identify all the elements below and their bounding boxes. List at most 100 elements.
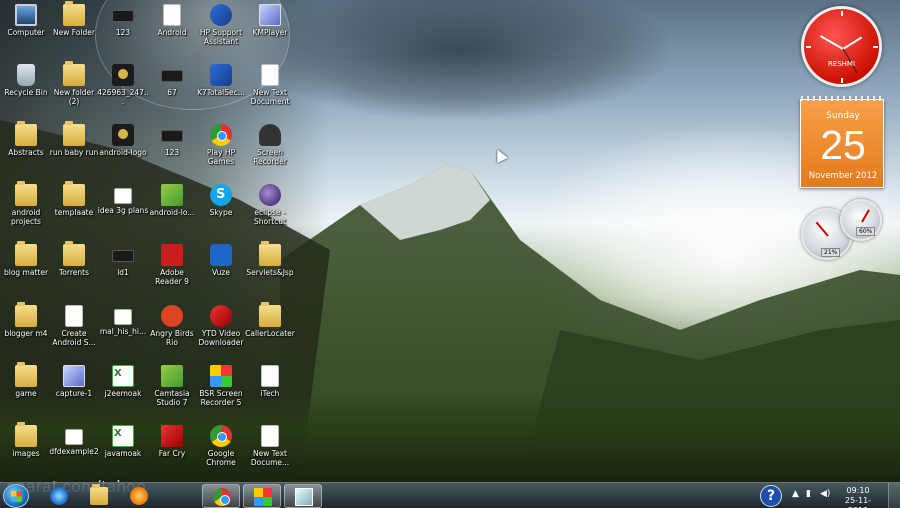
desktop-icon[interactable]: YTD Video Downloader — [195, 305, 247, 347]
excel-icon — [112, 365, 134, 387]
android-logo-icon — [112, 124, 134, 146]
folder-icon — [63, 61, 85, 86]
taskbar-chrome[interactable] — [202, 484, 240, 508]
desktop-icon[interactable]: BSR Screen Recorder 5 — [195, 365, 247, 407]
show-desktop-button[interactable] — [888, 483, 900, 508]
tray-clock[interactable]: 09:10 25-11-2012 — [838, 486, 878, 508]
bsr-icon — [210, 365, 232, 387]
clock-minute-hand — [819, 35, 844, 50]
desktop-icon[interactable]: templaate — [48, 181, 100, 217]
desktop-icon[interactable]: Camtasia Studio 7 — [146, 365, 198, 407]
desktop-icon[interactable]: New Text Docume... — [244, 425, 296, 467]
desktop-icon[interactable]: Adobe Reader 9 — [146, 244, 198, 286]
desktop-icon-label: Angry Birds Rio — [150, 329, 194, 347]
folder-icon — [15, 302, 37, 327]
computer-icon — [15, 4, 37, 26]
desktop-icon[interactable]: run baby run — [48, 121, 100, 157]
folder-icon — [63, 1, 85, 26]
desktop-icon[interactable]: mal_his_hi... — [97, 305, 149, 336]
desktop-icon[interactable]: capture-1 — [48, 365, 100, 398]
desktop-icon[interactable]: images — [0, 422, 52, 458]
desktop-icon[interactable]: android-logo — [97, 124, 149, 157]
desktop-icon[interactable]: Angry Birds Rio — [146, 305, 198, 347]
volume-icon[interactable]: ◀) — [820, 489, 830, 499]
desktop-icon[interactable]: Play HP Games — [195, 124, 247, 166]
calendar-rings — [801, 96, 885, 101]
desktop-icon[interactable]: Torrents — [48, 241, 100, 277]
help-icon[interactable]: ? — [760, 485, 782, 507]
desktop-icon[interactable]: New Folder — [48, 1, 100, 37]
desktop-icon-label: javamoak — [104, 449, 142, 458]
desktop-icon[interactable]: 123 — [146, 124, 198, 157]
desktop-icon[interactable]: iTech — [244, 365, 296, 398]
desktop-icon[interactable]: Skype — [195, 184, 247, 217]
desktop-icon-label: Computer — [7, 28, 45, 37]
desktop-icon[interactable]: dfdexample2 — [48, 425, 100, 456]
taskbar-windows-explorer[interactable] — [80, 484, 118, 508]
show-hidden-icons-icon[interactable]: ▲ — [792, 489, 799, 499]
desktop-icon[interactable]: javamoak — [97, 425, 149, 458]
video-file-icon — [161, 70, 183, 82]
desktop-icon[interactable]: CallerLocater — [244, 302, 296, 338]
desktop-icon[interactable]: K7TotalSec... — [195, 64, 247, 97]
cpu-value: 21% — [821, 248, 841, 257]
calendar-gadget[interactable]: Sunday 25 November 2012 — [800, 96, 885, 188]
vuze-icon — [210, 244, 232, 266]
kmplayer-icon — [259, 4, 281, 26]
taskbar-internet-explorer[interactable] — [40, 484, 78, 508]
angry-birds-icon — [161, 305, 183, 327]
desktop-icon[interactable]: ld1 — [97, 244, 149, 277]
desktop-icon-label: Adobe Reader 9 — [155, 268, 189, 286]
desktop-icon[interactable]: Abstracts — [0, 121, 52, 157]
desktop-icon[interactable]: idea 3g plans — [97, 184, 149, 215]
text-document-icon — [261, 425, 279, 447]
calendar-date: 25 — [820, 122, 866, 168]
desktop-icon[interactable]: blog matter — [0, 241, 52, 277]
folder-icon — [63, 181, 85, 206]
desktop-icon[interactable]: Far Cry — [146, 425, 198, 458]
desktop-icon-label: 123 — [115, 28, 131, 37]
desktop-icon[interactable]: blogger m4 — [0, 302, 52, 338]
desktop-icon-label: YTD Video Downloader — [198, 329, 244, 347]
desktop-icon[interactable]: Android — [146, 4, 198, 37]
desktop-icon[interactable]: game — [0, 362, 52, 398]
start-button[interactable] — [3, 484, 29, 508]
taskbar-media-player[interactable] — [120, 484, 158, 508]
desktop-icon-label: Abstracts — [8, 148, 44, 157]
video-file-icon — [112, 250, 134, 262]
taskbar-window[interactable] — [284, 484, 322, 508]
desktop-icon[interactable]: j2eemoak — [97, 365, 149, 398]
desktop-icon[interactable]: 123 — [97, 4, 149, 37]
image-icon — [65, 429, 83, 445]
desktop-icon[interactable]: Screen Recorder — [244, 124, 296, 166]
desktop-icon[interactable]: android projects — [0, 181, 52, 226]
media-icon — [63, 365, 85, 387]
desktop-icon[interactable]: New folder (2) — [48, 61, 100, 106]
desktop-icon[interactable]: android-lo... — [146, 184, 198, 217]
desktop-icon[interactable]: Servlets&Jsp — [244, 241, 296, 277]
desktop-icon-label: mal_his_hi... — [99, 327, 147, 336]
clock-gadget[interactable]: RESHMI — [801, 6, 882, 87]
desktop-icon[interactable]: 426963_247... — [97, 64, 149, 106]
desktop-icon[interactable]: 67 — [146, 64, 198, 97]
desktop-icon[interactable]: Create Android S... — [48, 305, 100, 347]
desktop-icon-label: CallerLocater — [245, 329, 295, 338]
desktop-icon[interactable]: HP Support Assistant — [195, 4, 247, 46]
tray-date: 25-11-2012 — [844, 496, 872, 508]
desktop-icon-label: HP Support Assistant — [199, 28, 243, 46]
desktop-icon[interactable]: eclipse - Shortcut — [244, 184, 296, 226]
desktop-icon[interactable]: KMPlayer — [244, 4, 296, 37]
desktop-icon[interactable]: Vuze — [195, 244, 247, 277]
media-player-icon — [130, 487, 148, 505]
desktop-icon-label: ld1 — [117, 268, 129, 277]
desktop-icon[interactable]: Recycle Bin — [0, 64, 52, 97]
taskbar-paint[interactable] — [243, 484, 281, 508]
k7-icon — [210, 64, 232, 86]
chrome-icon — [213, 488, 231, 506]
desktop-icon[interactable]: New Text Document — [244, 64, 296, 106]
power-icon[interactable]: ▮ — [806, 489, 811, 499]
desktop-icon-label: Play HP Games — [206, 148, 236, 166]
desktop-icon[interactable]: Computer — [0, 4, 52, 37]
desktop-icon[interactable]: Google Chrome — [195, 425, 247, 467]
memory-meter-gadget[interactable]: 60% — [840, 199, 882, 241]
